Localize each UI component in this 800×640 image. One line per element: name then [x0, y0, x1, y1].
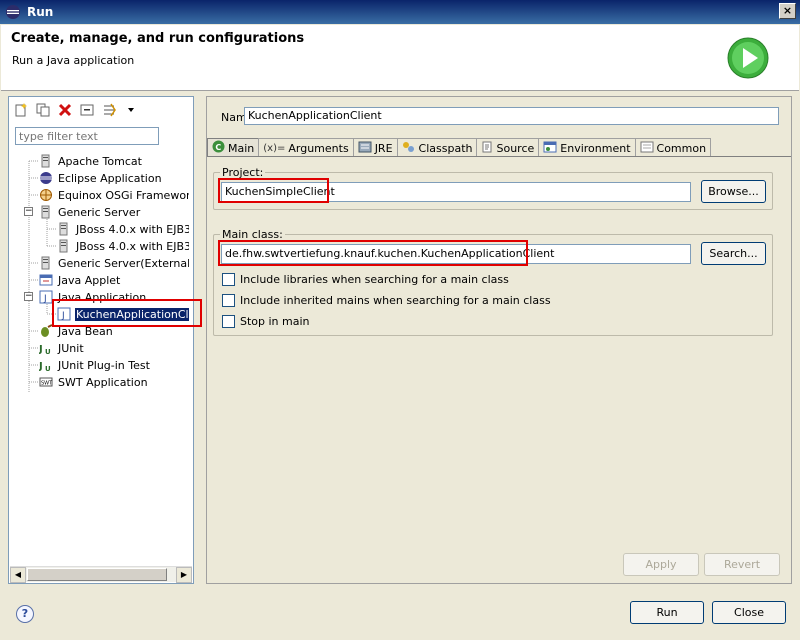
project-field[interactable]: KuchenSimpleClient [221, 182, 691, 202]
header-banner: Create, manage, and run configurations R… [1, 25, 799, 91]
title-bar: Run × [0, 0, 800, 24]
arguments-icon: (x)= [263, 142, 286, 154]
stop-in-main-checkbox[interactable]: Stop in main [222, 314, 310, 329]
tree-item-apache-tomcat[interactable]: Apache Tomcat [39, 153, 143, 169]
tree-horizontal-scrollbar[interactable]: ◀ ▶ [10, 566, 192, 583]
configuration-editor-panel: Name: KuchenApplicationClient C Main (x)… [206, 96, 792, 584]
tree-item-java-bean[interactable]: Java Bean [39, 323, 114, 339]
tab-environment[interactable]: Environment [538, 138, 636, 157]
project-group: Project: KuchenSimpleClient Browse... [213, 166, 773, 210]
junit-icon: JU [39, 358, 53, 372]
svg-text:C: C [215, 143, 221, 152]
window-title: Run [27, 5, 54, 19]
tab-source[interactable]: Source [476, 138, 540, 157]
applet-icon [39, 273, 53, 287]
common-icon [640, 141, 654, 156]
config-tabs: C Main (x)= Arguments JRE Classpath Sour… [207, 138, 712, 157]
search-button[interactable]: Search... [701, 242, 766, 265]
apply-button[interactable]: Apply [623, 553, 699, 576]
duplicate-config-icon[interactable] [34, 101, 52, 119]
java-app-icon: J [39, 290, 53, 304]
main-class-field[interactable]: de.fhw.swtvertiefung.knauf.kuchen.Kuchen… [221, 244, 691, 264]
tree-item-generic-server-external[interactable]: Generic Server(External La [39, 255, 189, 271]
header-subtitle: Run a Java application [12, 54, 135, 67]
svg-text:J: J [43, 294, 47, 304]
java-application-collapse-toggle[interactable]: − [24, 292, 33, 301]
scroll-thumb[interactable] [27, 568, 167, 581]
help-icon[interactable]: ? [16, 605, 34, 623]
main-icon: C [212, 140, 225, 156]
environment-icon [543, 141, 557, 156]
checkbox-box[interactable] [222, 315, 235, 328]
server-icon [57, 222, 71, 236]
tree-item-eclipse-application[interactable]: Eclipse Application [39, 170, 163, 186]
new-config-icon[interactable] [12, 101, 30, 119]
collapse-all-icon[interactable] [78, 101, 96, 119]
scroll-right-icon[interactable]: ▶ [176, 567, 192, 583]
tree-item-equinox-osgi[interactable]: Equinox OSGi Framework [39, 187, 189, 203]
run-button[interactable]: Run [630, 601, 704, 624]
tree-item-junit-plugin-test[interactable]: JU JUnit Plug-in Test [39, 357, 151, 373]
svg-text:J: J [61, 311, 65, 321]
tree-item-junit[interactable]: JU JUnit [39, 340, 85, 356]
checkbox-box[interactable] [222, 273, 235, 286]
window-close-button[interactable]: × [779, 3, 796, 19]
eclipse-window-icon [5, 4, 21, 20]
bean-icon [39, 324, 53, 338]
configuration-list-panel: − − Apache Tomcat Eclipse Application Eq… [8, 96, 194, 584]
swt-icon: SWT [39, 375, 53, 389]
name-field[interactable]: KuchenApplicationClient [244, 107, 779, 125]
jre-icon [358, 141, 372, 156]
svg-text:U: U [45, 365, 51, 372]
config-toolbar [12, 100, 140, 120]
filter-icon[interactable] [100, 101, 118, 119]
include-libraries-checkbox[interactable]: Include libraries when searching for a m… [222, 272, 509, 287]
project-label: Project: [220, 166, 266, 179]
server-icon [57, 239, 71, 253]
delete-config-icon[interactable] [56, 101, 74, 119]
close-button[interactable]: Close [712, 601, 786, 624]
main-class-group: Main class: de.fhw.swtvertiefung.knauf.k… [213, 228, 773, 336]
tree-item-generic-server[interactable]: Generic Server [39, 204, 141, 220]
filter-menu-chevron-down-icon[interactable] [122, 101, 140, 119]
eclipse-icon [39, 171, 53, 185]
tab-classpath[interactable]: Classpath [396, 138, 478, 157]
svg-text:J: J [39, 344, 43, 355]
source-icon [481, 141, 493, 156]
tab-main[interactable]: C Main [207, 138, 260, 157]
browse-button[interactable]: Browse... [701, 180, 766, 203]
include-inherited-checkbox[interactable]: Include inherited mains when searching f… [222, 293, 551, 308]
config-tree: − − Apache Tomcat Eclipse Application Eq… [9, 153, 189, 563]
main-class-label: Main class: [220, 228, 285, 241]
tree-item-jboss-ejb3[interactable]: JBoss 4.0.x with EJB3 [57, 221, 189, 237]
server-icon [39, 205, 53, 219]
filter-input[interactable] [15, 127, 159, 145]
revert-button[interactable]: Revert [704, 553, 780, 576]
generic-server-collapse-toggle[interactable]: − [24, 207, 33, 216]
scroll-left-icon[interactable]: ◀ [10, 567, 26, 583]
tab-jre[interactable]: JRE [352, 138, 398, 157]
junit-icon: JU [39, 341, 53, 355]
svg-text:SWT: SWT [41, 381, 53, 387]
tree-item-java-applet[interactable]: Java Applet [39, 272, 121, 288]
tree-item-java-application[interactable]: J Java Application [39, 289, 147, 305]
tree-item-jboss-ejb3-2[interactable]: JBoss 4.0.x with EJB3 ( [57, 238, 189, 254]
main-tab-content: Project: KuchenSimpleClient Browse... Ma… [207, 156, 791, 541]
checkbox-box[interactable] [222, 294, 235, 307]
java-app-icon: J [57, 307, 71, 321]
tree-item-swt-application[interactable]: SWT SWT Application [39, 374, 149, 390]
svg-text:J: J [39, 361, 43, 372]
tab-arguments[interactable]: (x)= Arguments [258, 138, 354, 157]
tree-item-kuchen-application-client[interactable]: J KuchenApplicationClien [57, 306, 189, 322]
osgi-icon [39, 188, 53, 202]
tab-common[interactable]: Common [634, 138, 712, 157]
svg-text:U: U [45, 348, 51, 355]
classpath-icon [402, 141, 416, 156]
tomcat-icon [39, 154, 53, 168]
run-large-icon [727, 37, 769, 79]
server-icon [39, 256, 53, 270]
header-title: Create, manage, and run configurations [11, 31, 305, 46]
